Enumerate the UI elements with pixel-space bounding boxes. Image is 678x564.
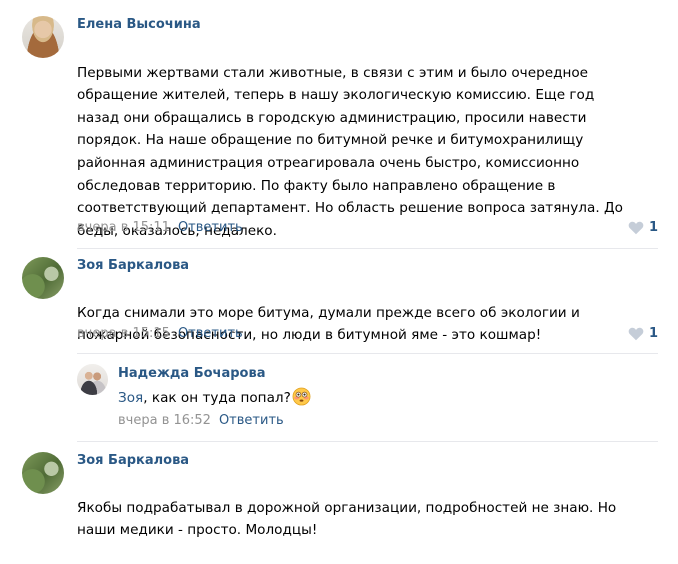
comment-text: Когда снимали это море битума, думали пр…: [77, 279, 580, 369]
comment-author[interactable]: Елена Высочина: [77, 17, 201, 32]
comment-line: обращение жителей, теперь в нашу экологи…: [77, 87, 595, 104]
avatar-nadezhda[interactable]: [77, 364, 108, 395]
like-button[interactable]: 1: [628, 326, 658, 341]
comment-line: обследовав территорию. По факту было нап…: [77, 177, 556, 194]
comment-author[interactable]: Зоя Баркалова: [77, 453, 189, 468]
mention-link[interactable]: Зоя: [118, 390, 143, 406]
comment-line: назад они обращались в городскую админис…: [77, 109, 587, 126]
reply-text: , как он туда попал?: [143, 390, 291, 406]
comment-text: Якобы подрабатывал в дорожной организаци…: [77, 474, 616, 564]
reply-button[interactable]: Ответить: [178, 326, 243, 341]
divider: [77, 353, 658, 354]
reply-button[interactable]: Ответить: [178, 220, 243, 235]
comment-line: наши медики - просто. Молодцы!: [77, 522, 318, 539]
comment-line: Первыми жертвами стали животные, в связи…: [77, 64, 589, 81]
like-button[interactable]: 1: [628, 220, 658, 235]
comment-meta: вчера в 16:52 Ответить: [118, 413, 284, 428]
comment-author[interactable]: Надежда Бочарова: [118, 366, 265, 381]
like-count: 1: [648, 326, 658, 341]
flushed-face-emoji: [292, 387, 311, 414]
comment-time[interactable]: вчера в 15:15: [77, 326, 170, 341]
comment-line: соответствующий департамент. Но область …: [77, 200, 623, 217]
divider: [77, 248, 658, 249]
avatar-zoya[interactable]: [22, 452, 64, 494]
comment-text: Зоя, как он туда попал?: [118, 387, 311, 414]
comment-line: порядок. На наше обращение по битумной р…: [77, 132, 584, 149]
comment-time[interactable]: вчера в 16:52: [118, 413, 211, 428]
comment-meta: вчера в 15:15 Ответить: [77, 326, 243, 341]
comment-author[interactable]: Зоя Баркалова: [77, 258, 189, 273]
divider: [77, 441, 658, 442]
like-count: 1: [648, 220, 658, 235]
avatar-zoya[interactable]: [22, 257, 64, 299]
comment-line: районная администрация отреагировала оче…: [77, 154, 580, 171]
heart-icon: [628, 327, 644, 341]
comment-meta: вчера в 15:11 Ответить: [77, 220, 243, 235]
comment-time[interactable]: вчера в 15:11: [77, 220, 170, 235]
reply-button[interactable]: Ответить: [219, 413, 284, 428]
comment-line: Якобы подрабатывал в дорожной организаци…: [77, 499, 617, 516]
heart-icon: [628, 221, 644, 235]
avatar-elena[interactable]: [22, 16, 64, 58]
comment-line: Когда снимали это море битума, думали пр…: [77, 304, 580, 321]
